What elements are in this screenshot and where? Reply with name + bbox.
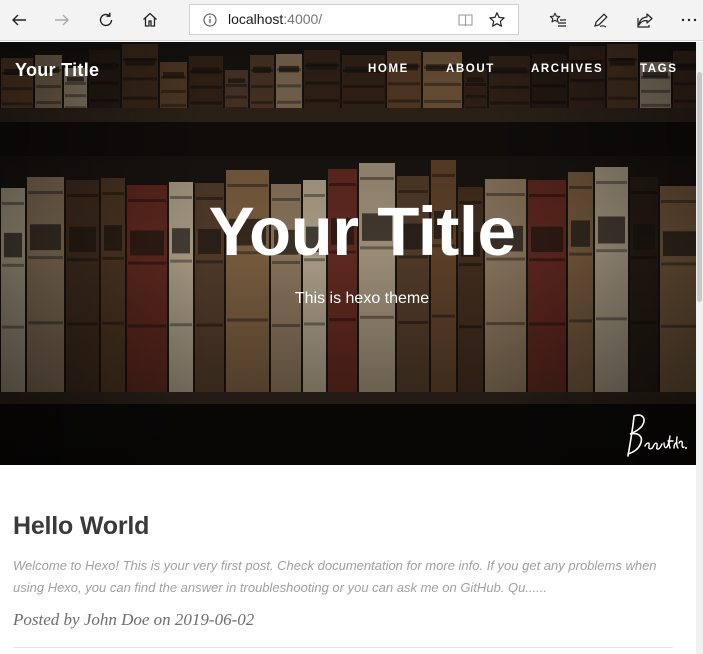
favorite-star-icon[interactable] bbox=[488, 11, 506, 29]
hero-subtitle: This is hexo theme bbox=[294, 290, 430, 307]
browser-toolbar: localhost:4000/ bbox=[0, 0, 703, 41]
hero-title: Your Title bbox=[208, 193, 516, 270]
home-icon bbox=[143, 12, 157, 27]
url-port: :4000/ bbox=[283, 11, 323, 27]
back-button[interactable] bbox=[6, 7, 32, 33]
more-icon bbox=[681, 18, 697, 22]
refresh-icon bbox=[99, 12, 113, 27]
refresh-button[interactable] bbox=[93, 7, 119, 33]
home-button[interactable] bbox=[137, 7, 163, 33]
post-title[interactable]: Hello World bbox=[13, 512, 673, 541]
nav-about[interactable]: ABOUT bbox=[446, 63, 495, 75]
top-navigation: HOME ABOUT ARCHIVES TAGS bbox=[0, 63, 696, 79]
address-bar[interactable]: localhost:4000/ bbox=[189, 4, 519, 35]
nav-home[interactable]: HOME bbox=[368, 63, 409, 75]
favorites-button[interactable] bbox=[545, 7, 571, 33]
nav-tags[interactable]: TAGS bbox=[640, 63, 678, 75]
back-icon bbox=[12, 14, 26, 26]
forward-icon bbox=[55, 14, 69, 26]
reading-view-icon[interactable] bbox=[457, 12, 474, 29]
post-preview[interactable]: Hello World Welcome to Hexo! This is you… bbox=[13, 512, 673, 630]
share-icon bbox=[637, 13, 653, 28]
url-host: localhost bbox=[228, 11, 284, 27]
pen-icon bbox=[594, 13, 608, 28]
notes-button[interactable] bbox=[588, 7, 614, 33]
page-scrollbar[interactable] bbox=[696, 42, 703, 654]
scrollbar-thumb[interactable] bbox=[697, 72, 702, 302]
hero-header: Your Title HOME ABOUT ARCHIVES TAGS Your… bbox=[0, 42, 696, 465]
more-button[interactable] bbox=[676, 7, 702, 33]
forward-button[interactable] bbox=[49, 7, 75, 33]
post-excerpt: Welcome to Hexo! This is your very first… bbox=[13, 558, 657, 595]
share-button[interactable] bbox=[632, 7, 658, 33]
favorites-list-icon bbox=[549, 12, 566, 27]
url-text[interactable]: localhost:4000/ bbox=[228, 11, 322, 27]
signature-image bbox=[627, 414, 687, 457]
post-divider bbox=[13, 647, 673, 648]
info-icon[interactable] bbox=[203, 13, 217, 27]
post-meta: Posted by John Doe on 2019-06-02 bbox=[13, 610, 255, 629]
nav-archives[interactable]: ARCHIVES bbox=[531, 63, 603, 75]
